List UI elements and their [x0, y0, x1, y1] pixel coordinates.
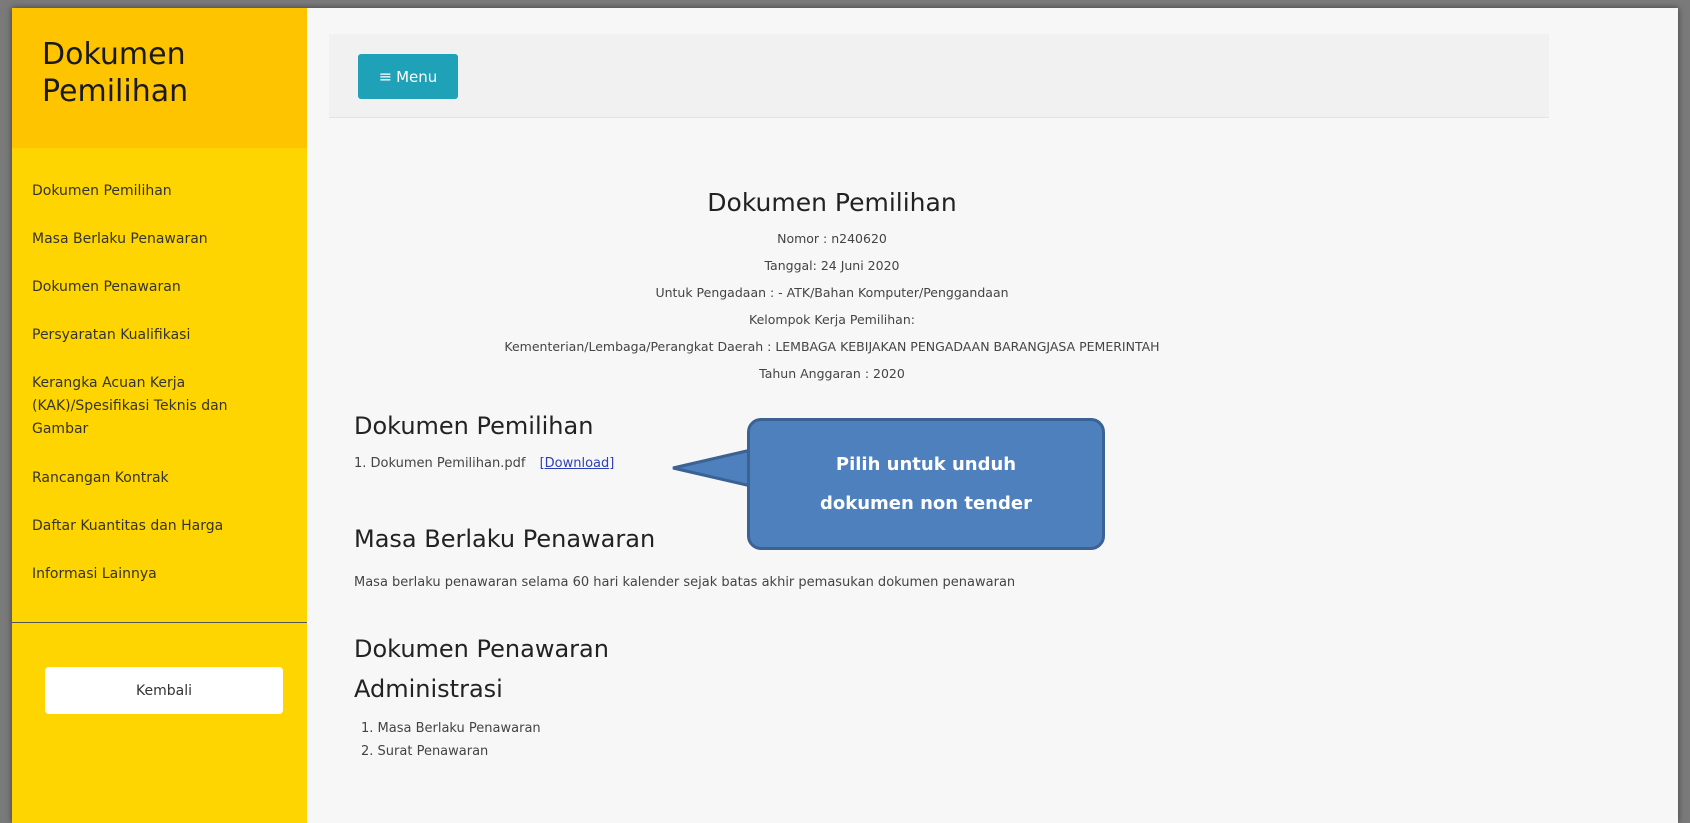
- document-tanggal: Tanggal: 24 Juni 2020: [764, 258, 900, 273]
- document-instansi: Kementerian/Lembaga/Perangkat Daerah : L…: [504, 339, 1160, 354]
- section-title-dokumen-penawaran: Dokumen Penawaran: [354, 635, 609, 663]
- section-title-masa-berlaku: Masa Berlaku Penawaran: [354, 525, 656, 553]
- sidebar-item-kak[interactable]: Kerangka Acuan Kerja (KAK)/Spesifikasi T…: [12, 372, 262, 441]
- masa-berlaku-text: Masa berlaku penawaran selama 60 hari ka…: [354, 575, 1016, 590]
- sidebar-item-rancangan-kontrak[interactable]: Rancangan Kontrak: [12, 467, 307, 489]
- sidebar: Dokumen Pemilihan Dokumen Pemilihan Masa…: [12, 8, 307, 823]
- sidebar-nav: Dokumen Pemilihan Masa Berlaku Penawaran…: [12, 148, 307, 585]
- sidebar-item-dokumen-pemilihan[interactable]: Dokumen Pemilihan: [12, 180, 307, 202]
- document-title: Dokumen Pemilihan: [707, 188, 957, 217]
- topbar: ≡ Menu: [329, 34, 1549, 118]
- sidebar-header: Dokumen Pemilihan: [12, 8, 307, 148]
- menu-button[interactable]: ≡ Menu: [358, 54, 458, 99]
- sidebar-title-line2: Pemilihan: [42, 74, 189, 109]
- callout-line1: Pilih untuk unduh: [835, 454, 1017, 475]
- document-header: Dokumen Pemilihan Nomor : n240620 Tangga…: [307, 188, 1357, 387]
- sidebar-item-persyaratan[interactable]: Persyaratan Kualifikasi: [12, 324, 307, 346]
- file-name: 1. Dokumen Pemilihan.pdf: [354, 456, 526, 471]
- document-kelompok: Kelompok Kerja Pemilihan:: [749, 312, 915, 327]
- download-link[interactable]: [Download]: [540, 456, 615, 471]
- sidebar-title: Dokumen Pemilihan: [42, 36, 307, 110]
- callout-pointer: [672, 448, 755, 488]
- back-button[interactable]: Kembali: [45, 667, 283, 714]
- menu-label: Menu: [396, 67, 438, 86]
- sidebar-item-dokumen-penawaran[interactable]: Dokumen Penawaran: [12, 276, 307, 298]
- list-item: 1. Masa Berlaku Penawaran: [361, 721, 541, 736]
- document-pengadaan: Untuk Pengadaan : - ATK/Bahan Komputer/P…: [655, 285, 1009, 300]
- menu-icon: ≡: [378, 66, 393, 86]
- sidebar-item-informasi-lainnya[interactable]: Informasi Lainnya: [12, 563, 307, 585]
- file-row: 1. Dokumen Pemilihan.pdf [Download]: [354, 456, 614, 471]
- sidebar-item-daftar-kuantitas[interactable]: Daftar Kuantitas dan Harga: [12, 515, 307, 537]
- section-title-dokumen-pemilihan: Dokumen Pemilihan: [354, 412, 594, 440]
- main-content: ≡ Menu Dokumen Pemilihan Nomor : n240620…: [307, 8, 1678, 823]
- sidebar-title-line1: Dokumen: [42, 37, 186, 72]
- annotation-callout: Pilih untuk unduh dokumen non tender: [747, 418, 1105, 550]
- sidebar-divider: [12, 622, 307, 623]
- document-tahun: Tahun Anggaran : 2020: [759, 366, 905, 381]
- document-nomor: Nomor : n240620: [777, 231, 887, 246]
- section-subtitle-administrasi: Administrasi: [354, 675, 503, 703]
- callout-line2: dokumen non tender: [820, 493, 1032, 514]
- sidebar-item-masa-berlaku[interactable]: Masa Berlaku Penawaran: [12, 228, 307, 250]
- app-window: Dokumen Pemilihan Dokumen Pemilihan Masa…: [12, 8, 1678, 823]
- administrasi-list: 1. Masa Berlaku Penawaran 2. Surat Penaw…: [361, 717, 541, 763]
- list-item: 2. Surat Penawaran: [361, 744, 489, 759]
